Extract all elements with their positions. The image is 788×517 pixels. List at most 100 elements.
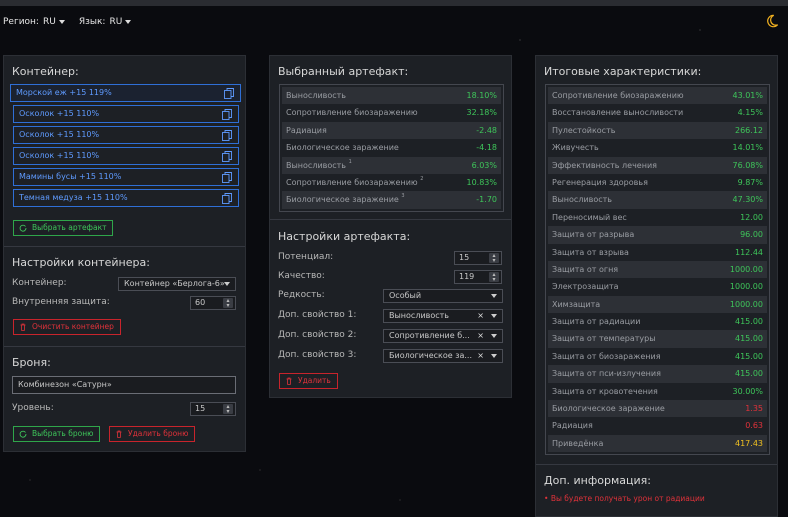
moon-icon[interactable]	[765, 14, 779, 28]
slot-label: Осколок +15 110%	[19, 151, 100, 160]
prop1-select[interactable]: Выносливость ×	[383, 309, 503, 323]
stat-row: Восстановление выносливости 4.15%	[548, 104, 767, 121]
stat-name: Переносимый вес	[552, 212, 627, 222]
region-label: Регион:	[3, 17, 39, 27]
stat-row: Защита от температуры 415.00	[548, 330, 767, 348]
region-select[interactable]: RU	[43, 17, 65, 27]
delete-artifact-label: Удалить	[298, 376, 331, 385]
inner-protection-input[interactable]: 60 ▴ ▾	[190, 296, 236, 310]
spinner-icon[interactable]: ▴ ▾	[223, 404, 233, 415]
stat-name: Химзащита	[552, 299, 601, 309]
copy-icon[interactable]	[222, 193, 232, 204]
stat-name: Живучесть	[552, 143, 599, 153]
potential-input[interactable]: 15 ▴ ▾	[454, 251, 502, 265]
stat-value: 76.08%	[732, 160, 763, 170]
close-icon[interactable]: ×	[477, 350, 484, 362]
spinner-icon[interactable]: ▴ ▾	[489, 253, 499, 264]
chevron-down-icon	[58, 19, 65, 24]
copy-icon[interactable]	[222, 151, 232, 162]
remove-armor-button[interactable]: Удалить броню	[109, 426, 196, 442]
rarity-select[interactable]: Особый	[383, 289, 503, 303]
chevron-down-icon	[491, 354, 497, 358]
slot-label: Мамины бусы +15 110%	[19, 172, 122, 181]
artifact-settings-title: Настройки артефакта:	[278, 230, 411, 243]
divider	[4, 346, 245, 347]
language-select[interactable]: RU	[109, 17, 132, 27]
prop2-select[interactable]: Сопротивление б... ×	[383, 329, 503, 343]
select-armor-label: Выбрать броню	[32, 429, 94, 438]
container-slot[interactable]: Темная медуза +15 110%	[13, 189, 239, 207]
container-slot[interactable]: Осколок +15 110%	[13, 147, 239, 165]
stat-value: -1.70	[476, 195, 497, 205]
stat-value: 0.63	[745, 421, 763, 431]
stat-name: Биологическое заражение	[286, 143, 399, 153]
trash-icon	[116, 430, 122, 438]
top-strip	[0, 0, 788, 6]
prop3-select[interactable]: Биологическое за... ×	[383, 349, 503, 363]
stat-value: 266.12	[735, 125, 763, 135]
stat-row: Выносливость 47.30%	[548, 191, 767, 209]
close-icon[interactable]: ×	[477, 310, 484, 322]
stat-row: Радиация -2.48	[282, 121, 501, 140]
copy-icon[interactable]	[224, 88, 234, 99]
select-armor-button[interactable]: Выбрать броню	[13, 426, 101, 442]
stat-name: Защита от кровотечения	[552, 386, 658, 396]
armor-name-field[interactable]: Комбинезон «Сатурн»	[12, 376, 236, 394]
warning-message: • Вы будете получать урон от радиации	[544, 494, 705, 503]
stat-value: 1000.00	[729, 299, 763, 309]
container-slot[interactable]: Осколок +15 110%	[13, 126, 239, 144]
armor-title: Броня:	[12, 356, 51, 369]
stat-name: Пулестойкость	[552, 125, 616, 135]
quality-input[interactable]: 119 ▴ ▾	[454, 270, 502, 284]
stat-row: Защита от радиации 415.00	[548, 313, 767, 330]
stat-row: Регенерация здоровья 9.87%	[548, 174, 767, 191]
totals-table: Сопротивление биозаражению 43.01% Восстано…	[545, 84, 770, 455]
copy-icon[interactable]	[222, 130, 232, 141]
prop1-value: Выносливость	[389, 311, 450, 320]
container-slot[interactable]: Осколок +15 110%	[13, 105, 239, 123]
stat-value: 43.01%	[732, 91, 763, 100]
container-slot[interactable]: Мамины бусы +15 110%	[13, 168, 239, 186]
spinner-icon[interactable]: ▴ ▾	[489, 272, 499, 283]
close-icon[interactable]: ×	[477, 330, 484, 342]
container-select-value: Контейнер «Берлога-6»	[124, 279, 225, 288]
language-label: Язык:	[78, 17, 106, 27]
select-artifact-button[interactable]: Выбрать артефакт	[13, 220, 114, 236]
container-label: Контейнер:	[12, 278, 67, 288]
stat-name: Защита от огня	[552, 264, 619, 274]
slot-label: Осколок +15 110%	[19, 109, 100, 118]
inner-protection-value: 60	[195, 298, 206, 307]
clear-container-label: Очистить контейнер	[32, 322, 114, 331]
container-select[interactable]: Контейнер «Берлога-6»	[118, 277, 236, 291]
stat-value: 415.00	[735, 369, 763, 379]
divider	[4, 246, 245, 247]
copy-icon[interactable]	[222, 172, 232, 183]
spinner-icon[interactable]: ▴ ▾	[223, 298, 233, 309]
chevron-down-icon	[125, 19, 132, 24]
stat-value: 415.00	[735, 351, 763, 361]
region-value: RU	[42, 17, 56, 27]
stat-row: Защита от разрыва 96.00	[548, 226, 767, 244]
stat-name: Биологическое заражение	[286, 195, 399, 205]
container-settings-title: Настройки контейнера:	[12, 256, 150, 269]
armor-level-input[interactable]: 15 ▴ ▾	[190, 402, 236, 416]
stat-value: 18.10%	[466, 91, 497, 100]
stat-row: Защита от кровотечения 30.00%	[548, 383, 767, 400]
divider	[270, 219, 511, 220]
stat-row: Выносливость 1 6.03%	[282, 156, 501, 174]
extra-info-title: Доп. информация:	[544, 474, 651, 487]
chevron-down-icon	[491, 314, 497, 318]
remove-armor-label: Удалить броню	[128, 429, 189, 438]
totals-title: Итоговые характеристики:	[544, 65, 702, 78]
stat-value: 32.18%	[466, 108, 497, 118]
stat-name: Приведёнка	[552, 438, 604, 448]
stat-row: Химзащита 1000.00	[548, 295, 767, 314]
stat-value: 30.00%	[732, 386, 763, 396]
delete-artifact-button[interactable]: Удалить	[279, 373, 338, 389]
copy-icon[interactable]	[222, 109, 232, 120]
container-slot[interactable]: Морской еж +15 119%	[10, 84, 241, 102]
slot-label: Темная медуза +15 110%	[19, 193, 128, 202]
stat-name: Электрозащита	[552, 282, 619, 292]
stat-row: Защита от взрыва 112.44	[548, 244, 767, 261]
clear-container-button[interactable]: Очистить контейнер	[13, 319, 121, 335]
